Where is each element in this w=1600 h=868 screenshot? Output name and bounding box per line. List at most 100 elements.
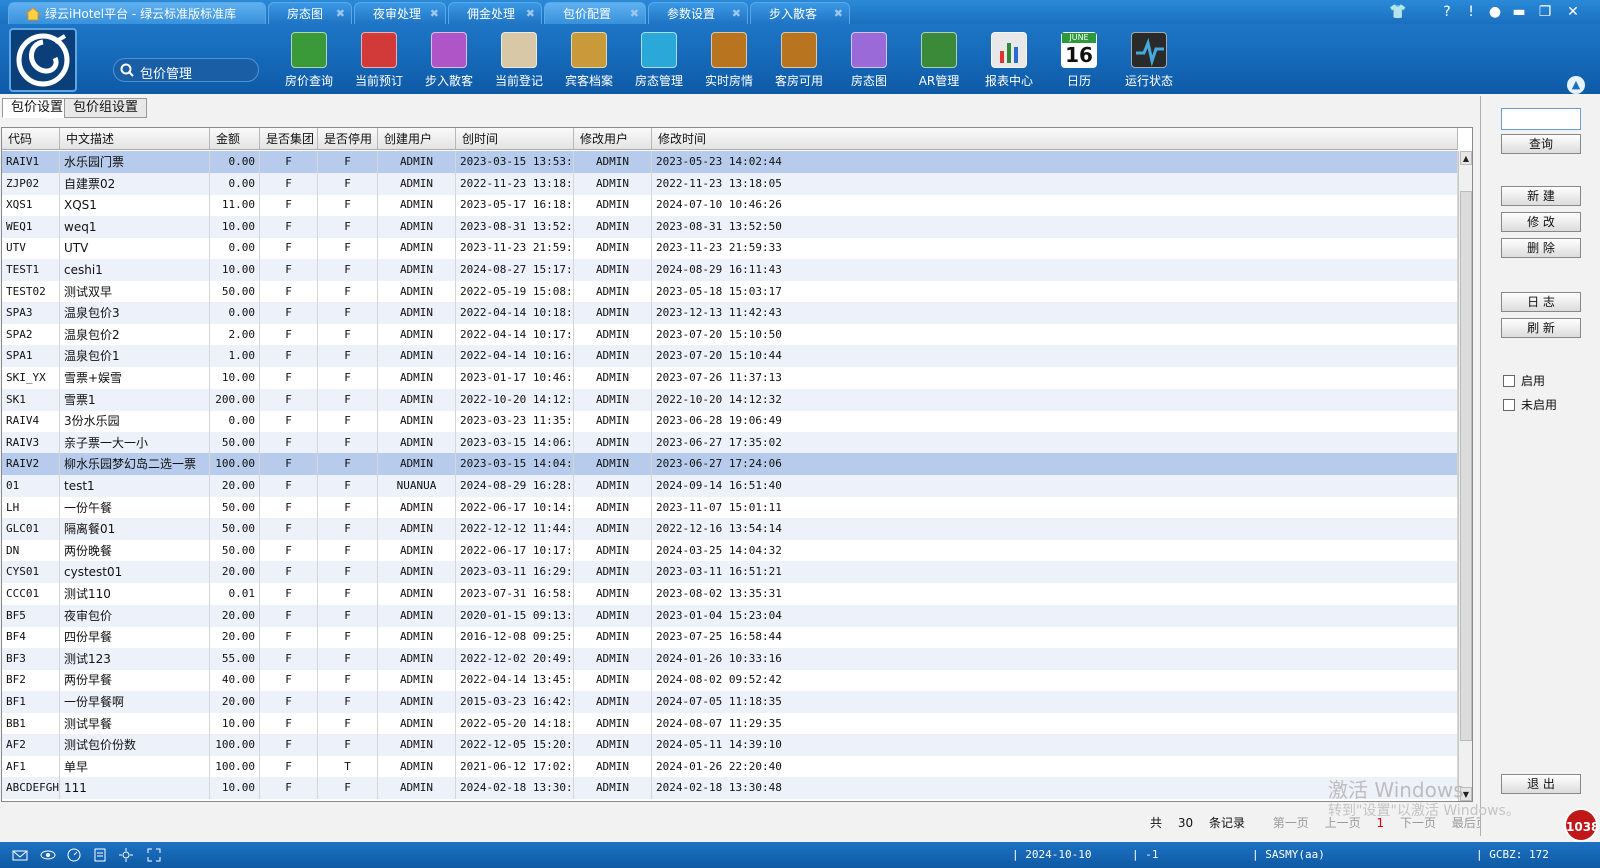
- toolbar-button-6[interactable]: 实时房情: [696, 30, 762, 92]
- info-icon[interactable]: !: [1460, 1, 1482, 23]
- table-row[interactable]: 01 test1 20.00 F F NUANUA 2024-08-29 16:28:12 A…: [2, 475, 1458, 497]
- close-icon[interactable]: ✖: [336, 3, 345, 25]
- toolbar-button-5[interactable]: 房态管理: [626, 30, 692, 92]
- header-col-is-disabled[interactable]: 是否停用: [318, 128, 378, 150]
- table-row[interactable]: XQS1 XQS1 11.00 F F ADMIN 2023-05-17 16:18:44 A…: [2, 194, 1458, 217]
- toolbar-button-1[interactable]: 当前预订: [346, 30, 412, 92]
- table-row[interactable]: SPA1 温泉包价1 1.00 F F ADMIN 2022-04-14 10:16:17 A…: [2, 345, 1458, 368]
- table-row[interactable]: GLC01 隔离餐01 50.00 F F ADMIN 2022-12-12 11:44:0…: [2, 518, 1458, 541]
- exit-button[interactable]: 退 出: [1501, 774, 1581, 794]
- table-row[interactable]: BF1 一份早餐啊 20.00 F F ADMIN 2015-03-23 16:42:56 A…: [2, 691, 1458, 713]
- table-row[interactable]: BF4 四份早餐 20.00 F F ADMIN 2016-12-08 09:25:00 AD…: [2, 626, 1458, 649]
- table-row[interactable]: BF2 两份早餐 40.00 F F ADMIN 2022-04-14 13:45:05 AD…: [2, 669, 1458, 692]
- table-row[interactable]: RAIV1 水乐园门票 0.00 F F ADMIN 2023-03-15 13:53:31…: [2, 151, 1458, 173]
- toolbar-button-10[interactable]: 报表中心: [976, 30, 1042, 92]
- close-icon[interactable]: ✖: [526, 3, 535, 25]
- table-row[interactable]: BF5 夜审包价 20.00 F F ADMIN 2020-01-15 09:13:12 AD…: [2, 604, 1458, 627]
- refresh-button[interactable]: 刷 新: [1501, 318, 1581, 338]
- help-icon[interactable]: ?: [1436, 1, 1458, 23]
- settings-icon[interactable]: [118, 847, 134, 863]
- header-col-is-group[interactable]: 是否集团: [260, 128, 318, 150]
- shirt-icon[interactable]: 👕: [1380, 1, 1416, 23]
- user-icon[interactable]: ●: [1484, 1, 1506, 23]
- toolbar-button-11[interactable]: JUNE 16 日历: [1046, 30, 1112, 92]
- toolbar-button-9[interactable]: AR管理: [906, 30, 972, 92]
- table-row[interactable]: RAIV2 柳水乐园梦幻岛二选一票 100.00 F F ADMIN 2023-03-15 …: [2, 453, 1458, 476]
- table-row[interactable]: AF1 单早 100.00 F T ADMIN 2021-06-12 17:02:29 ADM…: [2, 755, 1458, 778]
- table-row[interactable]: BF3 测试123 55.00 F F ADMIN 2022-12-02 20:49:04 A…: [2, 647, 1458, 670]
- table-row[interactable]: BB1 测试早餐 10.00 F F ADMIN 2022-05-20 14:18:03 AD…: [2, 712, 1458, 735]
- table-row[interactable]: SK1 雪票1 200.00 F F ADMIN 2022-10-20 14:12:32 AD…: [2, 388, 1458, 411]
- dashboard-icon[interactable]: [66, 847, 82, 863]
- checkbox-box[interactable]: [1503, 399, 1515, 411]
- toolbar-button-4[interactable]: 宾客档案: [556, 30, 622, 92]
- log-button[interactable]: 日 志: [1501, 292, 1581, 312]
- toolbar-button-7[interactable]: 客房可用: [766, 30, 832, 92]
- subtab-package-settings[interactable]: 包价设置: [2, 98, 73, 118]
- table-row[interactable]: ABCDEFGH 111 10.00 F F ADMIN 2024-02-18 13:30:…: [2, 777, 1458, 800]
- table-row[interactable]: SPA3 温泉包价3 0.00 F F ADMIN 2022-04-14 10:18:53 A…: [2, 302, 1458, 325]
- table-row[interactable]: TEST1 ceshi1 10.00 F F ADMIN 2024-08-27 15:17:…: [2, 259, 1458, 281]
- document-icon[interactable]: [92, 847, 108, 863]
- header-col-created-by[interactable]: 创建用户: [378, 128, 456, 150]
- header-col-code[interactable]: 代码: [2, 128, 60, 150]
- restore-icon[interactable]: ❐: [1534, 1, 1556, 23]
- fullscreen-icon[interactable]: [146, 847, 162, 863]
- table-row[interactable]: SKI_YX 雪票+娱雪 10.00 F F ADMIN 2023-01-17 10:46:…: [2, 367, 1458, 389]
- first-page-link[interactable]: 第一页: [1273, 816, 1309, 830]
- table-row[interactable]: SPA2 温泉包价2 2.00 F F ADMIN 2022-04-14 10:17:38 A…: [2, 323, 1458, 346]
- new-button[interactable]: 新 建: [1501, 186, 1581, 206]
- notification-badge[interactable]: 1038: [1564, 808, 1599, 842]
- header-col-amount[interactable]: 金额: [210, 128, 260, 150]
- disabled-checkbox[interactable]: 未启用: [1503, 396, 1557, 413]
- checkbox-box[interactable]: [1503, 375, 1515, 387]
- tab-commission[interactable]: 佣金处理 ✖: [448, 2, 542, 24]
- search-input[interactable]: 包价管理: [113, 58, 259, 82]
- header-col-modified-time[interactable]: 修改时间: [652, 128, 1458, 150]
- table-row[interactable]: UTV UTV 0.00 F F ADMIN 2023-11-23 21:59:33 ADMI…: [2, 237, 1458, 260]
- toolbar-button-3[interactable]: 当前登记: [486, 30, 552, 92]
- close-icon[interactable]: ✖: [732, 3, 741, 25]
- tab-room-status[interactable]: 房态图 ✖: [268, 2, 352, 24]
- tab-parameter-settings[interactable]: 参数设置 ✖: [648, 2, 748, 24]
- close-icon[interactable]: ✖: [630, 3, 639, 25]
- cell-modified-time: 2023-07-20 15:10:44: [652, 345, 1458, 368]
- table-row[interactable]: ZJP02 自建票02 0.00 F F ADMIN 2022-11-23 13:18:05…: [2, 172, 1458, 195]
- table-row[interactable]: DN 两份晚餐 50.00 F F ADMIN 2022-06-17 10:17:23 ADM…: [2, 539, 1458, 562]
- toolbar-button-8[interactable]: 房态图: [836, 30, 902, 92]
- edit-button[interactable]: 修 改: [1501, 212, 1581, 232]
- mail-icon[interactable]: [12, 847, 28, 863]
- close-icon[interactable]: ✖: [430, 3, 439, 25]
- eye-icon[interactable]: [40, 847, 56, 863]
- close-icon[interactable]: ✖: [834, 3, 843, 25]
- toolbar-button-12[interactable]: 运行状态: [1116, 30, 1182, 92]
- table-row[interactable]: WEQ1 weq1 10.00 F F ADMIN 2023-08-31 13:52:50 A…: [2, 215, 1458, 238]
- query-button[interactable]: 查询: [1501, 134, 1581, 154]
- vertical-scrollbar[interactable]: ▲ ▼: [1458, 151, 1472, 801]
- query-input[interactable]: [1501, 108, 1581, 130]
- delete-button[interactable]: 删 除: [1501, 238, 1581, 258]
- table-row[interactable]: RAIV3 亲子票一大一小 50.00 F F ADMIN 2023-03-15 14:06…: [2, 431, 1458, 454]
- header-col-created-time[interactable]: 创时间: [456, 128, 574, 150]
- table-row[interactable]: CYS01 cystest01 20.00 F F ADMIN 2023-03-11 16:…: [2, 561, 1458, 584]
- tab-package-config[interactable]: 包价配置 ✖: [544, 2, 646, 24]
- scroll-up-icon[interactable]: ▲: [1460, 151, 1472, 165]
- tab-night-audit[interactable]: 夜审处理 ✖: [354, 2, 446, 24]
- toolbar-button-0[interactable]: 房价查询: [276, 30, 342, 92]
- header-col-description[interactable]: 中文描述: [60, 128, 210, 150]
- enabled-checkbox[interactable]: 启用: [1503, 372, 1545, 389]
- table-row[interactable]: RAIV4 3份水乐园 0.00 F F ADMIN 2023-03-23 11:35:25…: [2, 410, 1458, 433]
- tab-home[interactable]: 绿云iHotel平台 - 绿云标准版标准库: [8, 2, 266, 24]
- collapse-icon[interactable]: ▲: [1567, 76, 1585, 94]
- minimize-icon[interactable]: ▬: [1508, 1, 1530, 23]
- table-row[interactable]: AF2 测试包价份数 100.00 F F ADMIN 2022-12-05 15:20:1…: [2, 734, 1458, 757]
- table-row[interactable]: CCC01 测试110 0.01 F F ADMIN 2023-07-31 16:58:26…: [2, 583, 1458, 605]
- subtab-package-group-settings[interactable]: 包价组设置: [64, 98, 148, 118]
- toolbar-button-2[interactable]: 步入散客: [416, 30, 482, 92]
- scroll-thumb[interactable]: [1460, 191, 1472, 741]
- table-row[interactable]: LH 一份午餐 50.00 F F ADMIN 2022-06-17 10:14:24 ADM…: [2, 496, 1458, 519]
- table-row[interactable]: TEST02 测试双早 50.00 F F ADMIN 2022-05-19 15:08:3…: [2, 280, 1458, 303]
- tab-walkin-guest[interactable]: 步入散客 ✖: [750, 2, 850, 24]
- close-icon[interactable]: ✕: [1562, 1, 1584, 23]
- header-col-modified-by[interactable]: 修改用户: [574, 128, 652, 150]
